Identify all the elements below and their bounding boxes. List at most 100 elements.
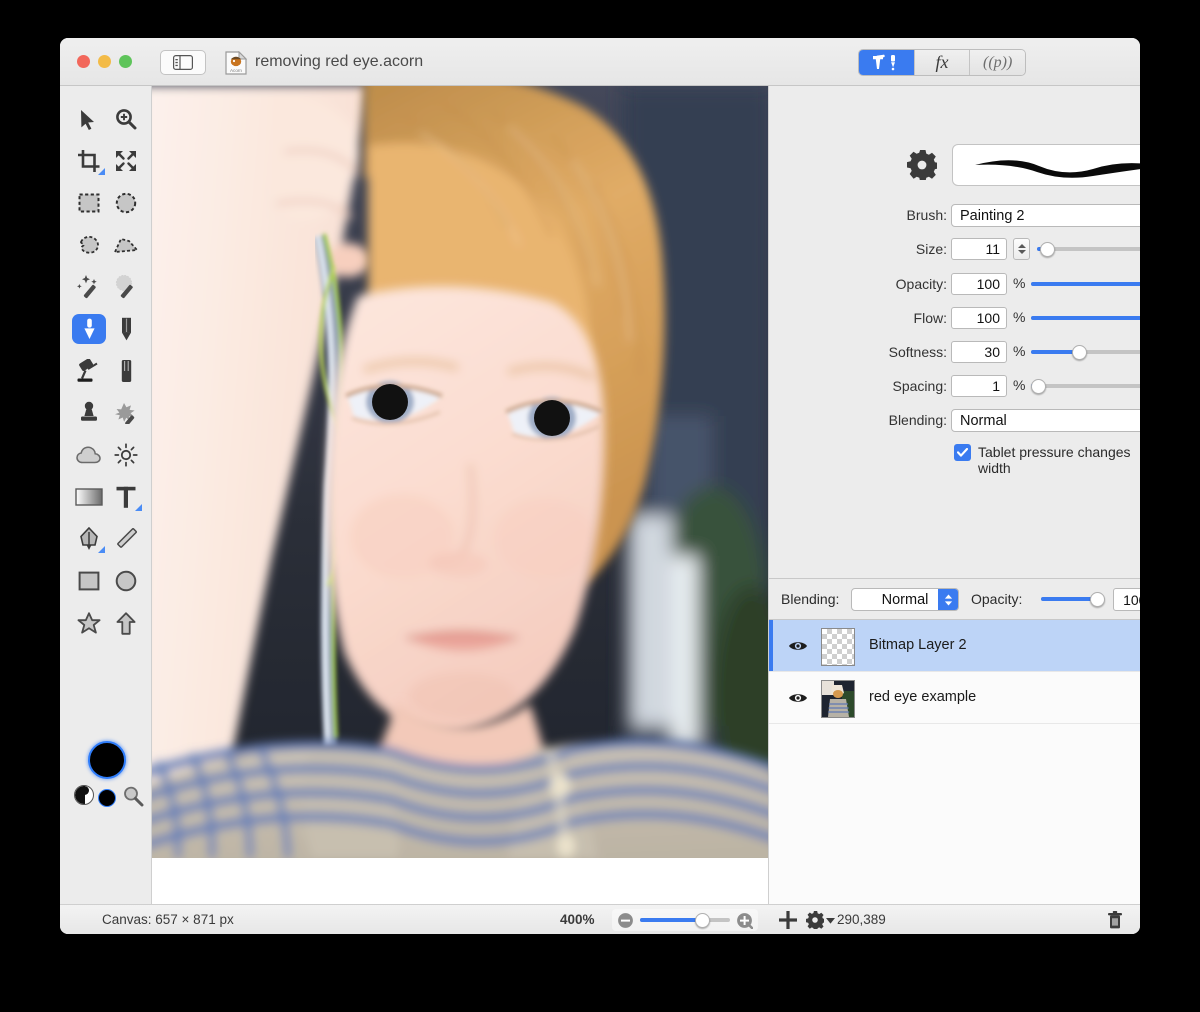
crop-tool-button[interactable] — [72, 146, 106, 176]
paint-bucket-tool-button[interactable] — [72, 356, 106, 386]
close-window-button[interactable] — [77, 55, 90, 68]
layer-opacity-input[interactable]: 100% — [1113, 588, 1140, 611]
blur-tool-icon — [76, 446, 101, 464]
text-tool-submenu-indicator[interactable] — [135, 504, 142, 511]
minimize-window-button[interactable] — [98, 55, 111, 68]
spacing-input[interactable]: 1 — [951, 375, 1007, 397]
color-picker-magnifier-icon[interactable] — [122, 785, 144, 807]
zoom-control[interactable] — [612, 909, 758, 931]
layer-opacity-knob[interactable] — [1090, 592, 1105, 607]
canvas-image[interactable] — [152, 86, 768, 858]
bezier-pen-tool-button[interactable] — [72, 524, 106, 554]
layer-row-bitmap-layer-2[interactable]: Bitmap Layer 2 — [769, 620, 1140, 672]
opacity-slider-fill — [1031, 282, 1140, 286]
bezier-pen-tool-submenu-indicator[interactable] — [98, 546, 105, 553]
opacity-label: Opacity: — [895, 276, 947, 292]
pixel-count-label: 290,389 — [837, 912, 886, 927]
softness-slider[interactable] — [1031, 341, 1140, 363]
checkmark-icon — [957, 448, 968, 457]
canvas-area[interactable] — [152, 86, 768, 904]
layer-visibility-icon[interactable] — [788, 638, 808, 654]
zoom-in-icon[interactable] — [736, 912, 753, 929]
spacing-slider-knob[interactable] — [1031, 379, 1046, 394]
polygon-select-tool-icon — [114, 237, 138, 253]
status-bar: Canvas: 657 × 871 px 400% 290,389 — [60, 904, 1140, 934]
opacity-slider[interactable] — [1031, 273, 1140, 295]
layer-actions-gear-icon — [806, 911, 824, 929]
brush-settings-gear-icon[interactable] — [907, 150, 937, 180]
crop-tool-submenu-indicator[interactable] — [98, 168, 105, 175]
tab-palette[interactable]: ((p)) — [970, 50, 1025, 75]
size-slider[interactable] — [1037, 238, 1140, 260]
up-down-chevron-icon-layers[interactable] — [938, 589, 958, 610]
elliptical-select-tool-button[interactable] — [109, 188, 143, 218]
zoom-out-icon[interactable] — [617, 912, 634, 929]
line-tool-button[interactable] — [109, 524, 143, 554]
magic-wand-tool-button[interactable] — [72, 272, 106, 302]
layer-actions-button[interactable] — [806, 910, 835, 930]
gradient-tool-button[interactable] — [72, 482, 106, 512]
layer-blending-select[interactable]: Normal — [851, 588, 959, 611]
star-shape-tool-icon — [77, 611, 101, 633]
star-shape-tool-button[interactable] — [72, 608, 106, 638]
layer-thumbnail-bitmap-layer-2[interactable] — [821, 628, 855, 666]
rectangular-select-tool-button[interactable] — [72, 188, 106, 218]
zoom-slider-knob[interactable] — [695, 913, 710, 928]
swap-colors-icon[interactable] — [74, 785, 94, 805]
instant-alpha-tool-button[interactable] — [109, 272, 143, 302]
transform-tool-button[interactable] — [109, 146, 143, 176]
add-layer-icon[interactable] — [778, 910, 798, 930]
flow-label: Flow: — [913, 310, 947, 326]
tablet-pressure-checkbox[interactable] — [954, 444, 971, 461]
tab-filters[interactable]: fx — [914, 50, 971, 75]
layer-row-red-eye-example[interactable]: red eye example — [769, 672, 1140, 724]
rectangular-select-tool-icon — [78, 193, 100, 213]
layer-visibility-icon-2[interactable] — [788, 690, 808, 706]
size-stepper[interactable] — [1013, 238, 1030, 260]
flow-input[interactable]: 100 — [951, 307, 1007, 329]
zoom-tool-button[interactable] — [109, 104, 143, 134]
spacing-slider[interactable] — [1031, 375, 1140, 397]
blur-tool-button[interactable] — [72, 440, 106, 470]
layer-opacity-slider[interactable] — [1041, 588, 1105, 610]
opacity-input[interactable]: 100 — [951, 273, 1007, 295]
rectangle-shape-tool-button[interactable] — [72, 566, 106, 596]
clone-stamp-tool-button[interactable] — [72, 398, 106, 428]
trash-icon[interactable] — [1105, 910, 1125, 930]
maximize-window-button[interactable] — [119, 55, 132, 68]
sidebar-toggle-icon — [173, 55, 193, 70]
layer-thumbnail-red-eye-example[interactable] — [821, 680, 855, 718]
tab-tool-options[interactable] — [859, 50, 915, 75]
size-slider-knob[interactable] — [1040, 242, 1055, 257]
spacing-label: Spacing: — [892, 378, 947, 394]
polygon-select-tool-button[interactable] — [109, 230, 143, 260]
move-tool-button[interactable] — [72, 104, 106, 134]
ellipse-shape-tool-button[interactable] — [109, 566, 143, 596]
smudge-tool-button[interactable] — [109, 398, 143, 428]
eraser-tool-button[interactable] — [109, 356, 143, 386]
background-color-swatch[interactable] — [98, 789, 116, 807]
magic-wand-tool-icon — [77, 275, 97, 299]
text-tool-button[interactable] — [109, 482, 143, 512]
lasso-select-tool-button[interactable] — [72, 230, 106, 260]
brush-stroke-preview[interactable] — [952, 144, 1140, 186]
layers-list[interactable]: Bitmap Layer 2 red eye example — [769, 620, 1140, 904]
flow-slider[interactable] — [1031, 307, 1140, 329]
size-input[interactable]: 11 — [951, 238, 1007, 260]
brush-blending-label: Blending: — [888, 412, 947, 428]
softness-slider-knob[interactable] — [1072, 345, 1087, 360]
dodge-burn-tool-button[interactable] — [109, 440, 143, 470]
pencil-tool-icon — [121, 317, 131, 341]
paint-brush-tool-button[interactable] — [72, 314, 106, 344]
brush-blending-value: Normal — [960, 413, 1007, 429]
softness-input[interactable]: 30 — [951, 341, 1007, 363]
pencil-tool-button[interactable] — [109, 314, 143, 344]
brush-preset-select[interactable]: Painting 2 — [951, 204, 1140, 227]
brush-blending-select[interactable]: Normal — [951, 409, 1140, 432]
sidebar-toggle-button[interactable] — [160, 50, 206, 75]
zoom-slider[interactable] — [640, 912, 730, 928]
panel-mode-segmented-control[interactable]: fx ((p)) — [858, 49, 1026, 76]
acorn-document-icon: Acorn — [225, 51, 247, 75]
arrow-shape-tool-button[interactable] — [109, 608, 143, 638]
foreground-color-swatch[interactable] — [88, 741, 126, 779]
